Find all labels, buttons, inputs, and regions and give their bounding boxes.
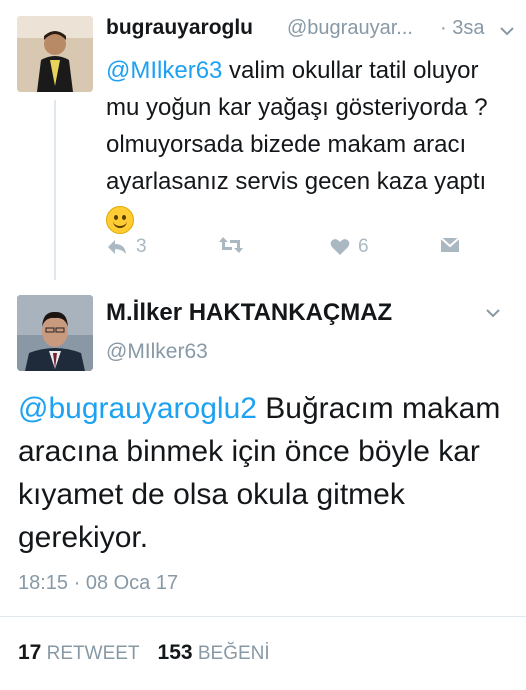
tweet-stats: 17 RETWEET 153 BEĞENİ bbox=[18, 641, 270, 665]
tweet-text: @bugrauyaroglu2 Buğracım makam aracına b… bbox=[18, 387, 518, 559]
tweet-author-handle[interactable]: @MIlker63 bbox=[106, 340, 208, 364]
reply-actions: 3 6 bbox=[106, 236, 466, 266]
reply-action-dm[interactable] bbox=[440, 236, 460, 254]
retweet-icon bbox=[219, 237, 243, 253]
reply-action-like[interactable]: 6 bbox=[330, 236, 369, 258]
chevron-down-icon[interactable] bbox=[500, 20, 514, 41]
like-total: 153 bbox=[157, 641, 193, 664]
retweet-label: RETWEET bbox=[46, 643, 140, 664]
reply-author-handle[interactable]: @bugrauyar... bbox=[287, 17, 413, 40]
reply-author-avatar[interactable] bbox=[17, 16, 93, 92]
like-stat[interactable]: 153 BEĞENİ bbox=[157, 641, 270, 664]
reply-action-retweet[interactable] bbox=[218, 236, 244, 254]
thread-line bbox=[54, 100, 56, 280]
like-count: 6 bbox=[358, 236, 369, 257]
retweet-stat[interactable]: 17 RETWEET bbox=[18, 641, 140, 664]
like-label: BEĞENİ bbox=[197, 643, 270, 664]
reply-mention-link[interactable]: @MIlker63 bbox=[106, 57, 222, 84]
reply-time[interactable]: · 3sa bbox=[440, 17, 484, 40]
reply-author-name[interactable]: bugrauyaroglu bbox=[106, 16, 253, 40]
dm-icon bbox=[440, 237, 460, 252]
tweet-timestamp[interactable]: 18:15 · 08 Oca 17 bbox=[18, 572, 178, 595]
reply-count: 3 bbox=[136, 236, 147, 257]
reply-icon bbox=[108, 240, 126, 254]
tweet-author-name[interactable]: M.İlker HAKTANKAÇMAZ bbox=[106, 299, 392, 327]
smile-emoji bbox=[106, 205, 134, 234]
heart-icon bbox=[330, 239, 350, 255]
chevron-down-icon[interactable] bbox=[486, 302, 500, 323]
tweet-mention-link[interactable]: @bugrauyaroglu2 bbox=[18, 392, 257, 425]
reply-action-reply[interactable]: 3 bbox=[106, 236, 147, 258]
retweet-count: 17 bbox=[18, 641, 42, 664]
reply-text: @MIlker63 valim okullar tatil oluyor mu … bbox=[106, 52, 516, 237]
tweet-author-avatar[interactable] bbox=[17, 295, 93, 371]
divider bbox=[0, 616, 526, 617]
